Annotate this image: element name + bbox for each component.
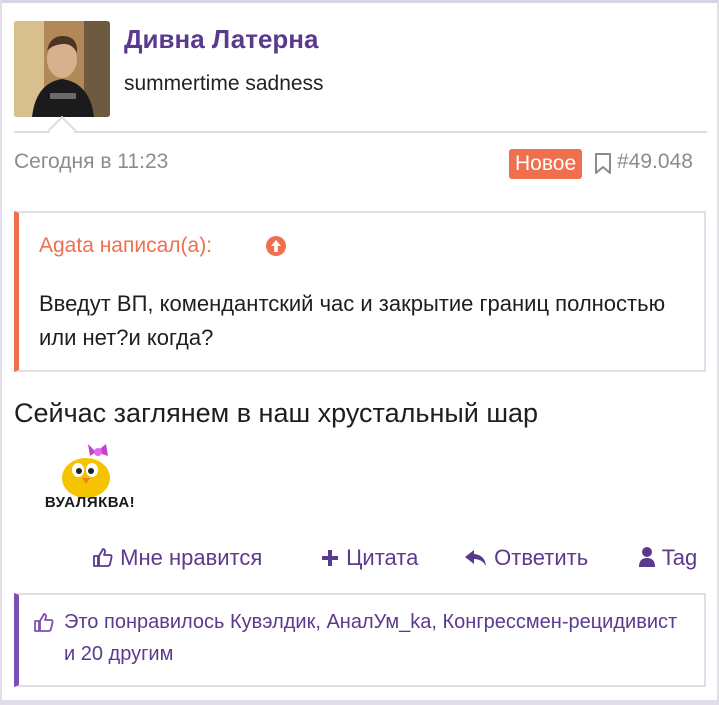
avatar[interactable] <box>14 21 110 117</box>
username[interactable]: Дивна Латерна <box>124 24 318 55</box>
avatar-photo <box>14 21 110 117</box>
bottom-divider <box>0 700 719 705</box>
reply-icon <box>465 550 486 566</box>
reply-label: Ответить <box>494 545 589 570</box>
quote-label: Цитата <box>346 545 419 570</box>
quote-text: Введут ВП, комендантский час и закрытие … <box>39 291 666 350</box>
header-divider <box>14 131 707 133</box>
thumbs-up-icon <box>93 548 113 567</box>
likes-text[interactable]: Это понравилось Кувэлдик, АналУм_ka, Кон… <box>64 606 684 670</box>
user-title: summertime sadness <box>124 72 324 95</box>
tag-button[interactable]: Tag <box>638 545 697 571</box>
top-divider <box>0 0 719 3</box>
chick-sticker-icon <box>62 444 110 498</box>
new-badge: Новое <box>509 149 583 179</box>
sticker-caption: ВУАЛЯКВА! <box>44 494 136 511</box>
quote-author[interactable]: Agata написал(а): <box>39 234 212 258</box>
user-icon <box>639 547 655 567</box>
header-notch <box>47 115 77 145</box>
likes-summary: Это понравилось Кувэлдик, АналУм_ka, Кон… <box>14 593 706 687</box>
arrow-up-circle-icon[interactable] <box>265 235 287 257</box>
thumbs-up-icon <box>34 613 54 632</box>
post-card: Дивна Латерна summertime sadness Сегодня… <box>0 0 719 705</box>
quote-button[interactable]: Цитата <box>320 545 418 571</box>
message-text: Сейчас заглянем в наш хрустальный шар <box>14 398 539 428</box>
left-border <box>0 0 2 705</box>
bookmark-icon[interactable] <box>593 152 613 176</box>
quote-block: Agata написал(а): Введут ВП, комендантск… <box>14 211 706 372</box>
plus-icon <box>322 550 338 566</box>
post-date[interactable]: Сегодня в 11:23 <box>14 150 168 174</box>
post-number[interactable]: #49.048 <box>617 150 693 174</box>
like-button[interactable]: Мне нравится <box>92 545 262 571</box>
reply-button[interactable]: Ответить <box>464 545 588 571</box>
tag-label: Tag <box>661 545 698 570</box>
like-label: Мне нравится <box>120 545 263 570</box>
sticker-image: ВУАЛЯКВА! <box>30 440 150 520</box>
